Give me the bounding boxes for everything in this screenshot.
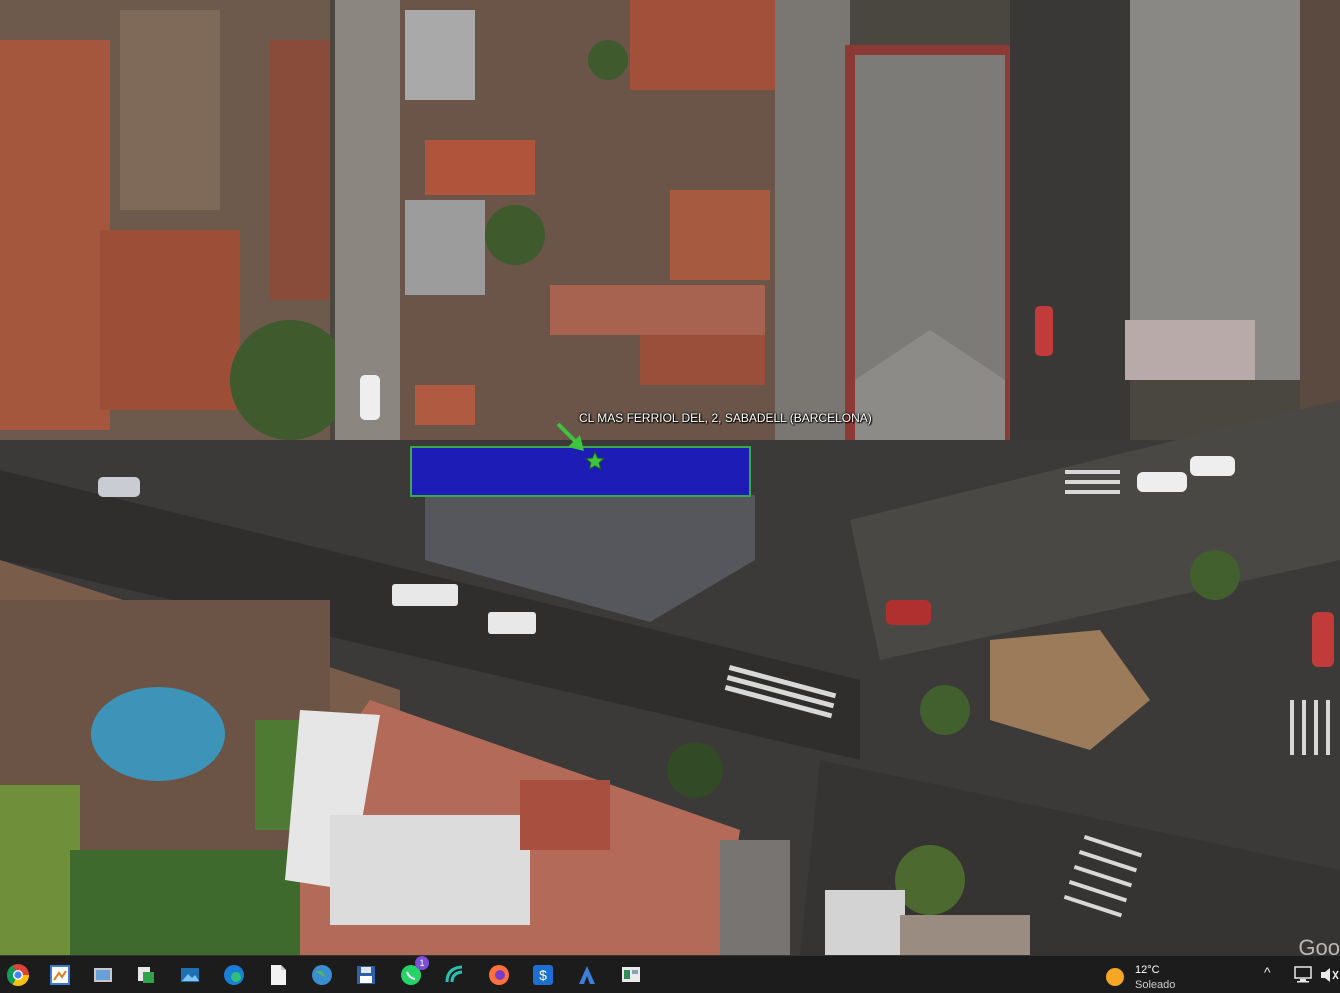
satellite-map[interactable]: CL MAS FERRIOL DEL, 2, SABADELL (BARCELO…: [0, 0, 1340, 955]
map-imagery: [0, 0, 1340, 955]
photos-icon[interactable]: [89, 961, 117, 989]
chrome-icon[interactable]: [4, 961, 32, 989]
weather-widget[interactable]: 12°C Soleado: [1104, 960, 1214, 991]
windows-taskbar: 1 $ 12°C Soleado ^: [0, 955, 1340, 993]
presentation-icon[interactable]: [617, 961, 645, 989]
place-label[interactable]: CL MAS FERRIOL DEL, 2, SABADELL (BARCELO…: [579, 411, 872, 425]
whatsapp-icon[interactable]: 1: [397, 956, 429, 989]
save-disk-icon[interactable]: [352, 961, 380, 989]
weather-condition: Soleado: [1135, 979, 1176, 991]
volume-icon[interactable]: [1320, 966, 1340, 987]
notification-badge: 1: [415, 956, 429, 970]
file-transfer-icon[interactable]: [132, 961, 160, 989]
image-viewer-icon[interactable]: [176, 961, 204, 989]
globe-icon[interactable]: [308, 961, 336, 989]
tray-chevron-icon[interactable]: ^: [1264, 964, 1271, 980]
firefox-icon[interactable]: [485, 961, 513, 989]
network-icon[interactable]: [1294, 966, 1314, 987]
svg-text:$: $: [539, 967, 547, 983]
sun-icon: [1106, 968, 1124, 986]
autocad-icon[interactable]: [573, 961, 601, 989]
paint-icon[interactable]: [46, 961, 74, 989]
document-icon[interactable]: [264, 961, 292, 989]
edge-icon[interactable]: [220, 961, 248, 989]
map-attribution: Goo: [1298, 935, 1340, 955]
parcel-highlight[interactable]: [410, 446, 751, 497]
dollar-app-icon[interactable]: $: [529, 961, 557, 989]
vpn-icon[interactable]: [441, 961, 469, 989]
weather-temperature: 12°C: [1135, 964, 1160, 976]
